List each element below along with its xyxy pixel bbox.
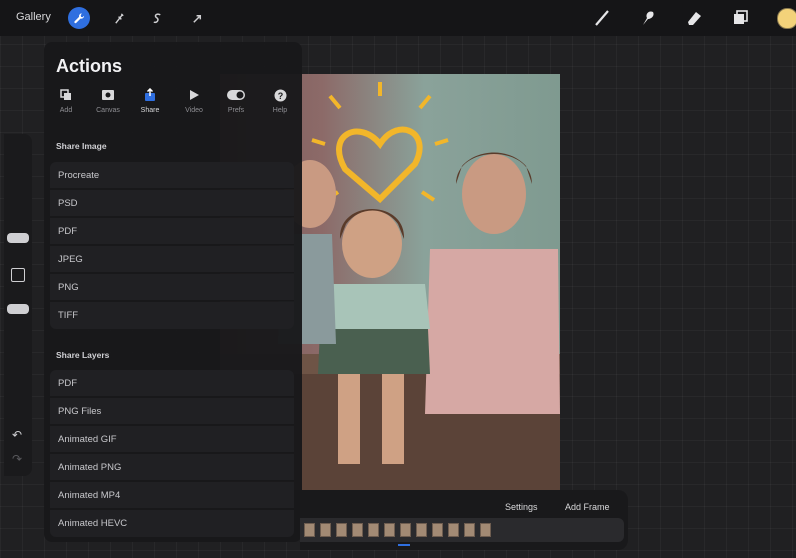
share-image-jpeg[interactable]: JPEG: [50, 246, 294, 273]
actions-wrench-button[interactable]: [68, 7, 90, 29]
share-image-png[interactable]: PNG: [50, 274, 294, 301]
magic-wand-icon: [114, 12, 124, 24]
modify-button[interactable]: [11, 268, 25, 282]
undo-icon[interactable]: ↶: [12, 428, 22, 442]
frame-thumbnail[interactable]: [304, 523, 315, 537]
share-image-tiff[interactable]: TIFF: [50, 302, 294, 329]
share-layers-animated-mp4[interactable]: Animated MP4: [50, 482, 294, 509]
canvas-icon: [102, 90, 114, 100]
frame-thumbnail[interactable]: [352, 523, 363, 537]
frame-thumbnail[interactable]: [448, 523, 459, 537]
share-image-title: Share Image: [56, 141, 107, 151]
frame-thumbnail[interactable]: [480, 523, 491, 537]
tab-canvas[interactable]: Canvas: [86, 86, 130, 120]
add-frame-button[interactable]: Add Frame: [565, 502, 610, 512]
tab-prefs[interactable]: Prefs: [214, 86, 258, 120]
left-sidebar: ↶ ↷: [4, 134, 32, 476]
animation-assist-bar: Settings Add Frame: [300, 490, 628, 550]
top-toolbar: Gallery: [0, 0, 796, 36]
tab-add-label: Add: [59, 107, 73, 114]
frame-thumbnail[interactable]: [336, 523, 347, 537]
redo-icon[interactable]: ↷: [12, 452, 22, 466]
eraser-icon: [688, 12, 701, 25]
frame-thumbnail[interactable]: [432, 523, 443, 537]
brush-tool-button[interactable]: [592, 8, 612, 28]
tab-help[interactable]: ? Help: [258, 86, 302, 120]
brush-icon: [595, 10, 609, 26]
share-icon: [145, 88, 155, 101]
share-layers-png-files[interactable]: PNG Files: [50, 398, 294, 425]
share-image-procreate[interactable]: Procreate: [50, 162, 294, 189]
gallery-button[interactable]: Gallery: [16, 11, 51, 23]
adjustments-button[interactable]: [108, 7, 130, 29]
tab-share[interactable]: Share: [128, 86, 172, 120]
frame-thumbnail[interactable]: [320, 523, 331, 537]
share-layers-title: Share Layers: [56, 350, 110, 360]
layers-icon: [734, 10, 748, 24]
frame-thumbnail[interactable]: [416, 523, 427, 537]
frame-timeline[interactable]: [300, 518, 624, 542]
share-layers-animated-hevc[interactable]: Animated HEVC: [50, 510, 294, 537]
tab-help-label: Help: [272, 107, 288, 114]
layers-button[interactable]: [730, 8, 750, 28]
tab-video-label: Video: [185, 107, 203, 114]
frame-thumbnail[interactable]: [400, 523, 411, 537]
tab-share-label: Share: [140, 107, 160, 114]
share-layers-animated-png[interactable]: Animated PNG: [50, 454, 294, 481]
tab-canvas-label: Canvas: [96, 107, 120, 114]
heart-doodle: [336, 126, 423, 204]
svg-text:?: ?: [277, 91, 283, 101]
tab-prefs-label: Prefs: [227, 107, 245, 114]
tab-video[interactable]: Video: [172, 86, 216, 120]
actions-title: Actions: [56, 56, 123, 76]
frame-thumbnail[interactable]: [368, 523, 379, 537]
actions-panel: Actions Add Canvas Share Video Prefs ? H…: [44, 42, 302, 542]
prefs-icon: [227, 90, 245, 100]
video-icon: [190, 90, 199, 100]
smudge-finger-icon: [643, 11, 654, 25]
girl-head: [462, 154, 526, 234]
eraser-tool-button[interactable]: [684, 8, 704, 28]
girl-dress: [425, 249, 560, 414]
opacity-slider[interactable]: [7, 304, 29, 314]
help-icon: ?: [274, 89, 286, 101]
selection-s-icon: [153, 12, 161, 23]
color-picker-button[interactable]: [777, 8, 796, 29]
transform-button[interactable]: [186, 7, 208, 29]
share-image-psd[interactable]: PSD: [50, 190, 294, 217]
smudge-tool-button[interactable]: [638, 8, 658, 28]
brush-size-slider[interactable]: [7, 233, 29, 243]
animation-settings-button[interactable]: Settings: [505, 502, 538, 512]
cursor-arrow-icon: [192, 14, 201, 23]
share-image-pdf[interactable]: PDF: [50, 218, 294, 245]
boy-head: [342, 210, 402, 278]
share-layers-pdf[interactable]: PDF: [50, 370, 294, 397]
share-layers-animated-gif[interactable]: Animated GIF: [50, 426, 294, 453]
tab-add[interactable]: Add: [44, 86, 88, 120]
selection-button[interactable]: [146, 7, 168, 29]
add-icon: [60, 89, 71, 100]
frame-thumbnail[interactable]: [384, 523, 395, 537]
wrench-icon: [73, 12, 84, 23]
current-frame-indicator: [398, 544, 410, 546]
frame-thumbnail[interactable]: [464, 523, 475, 537]
